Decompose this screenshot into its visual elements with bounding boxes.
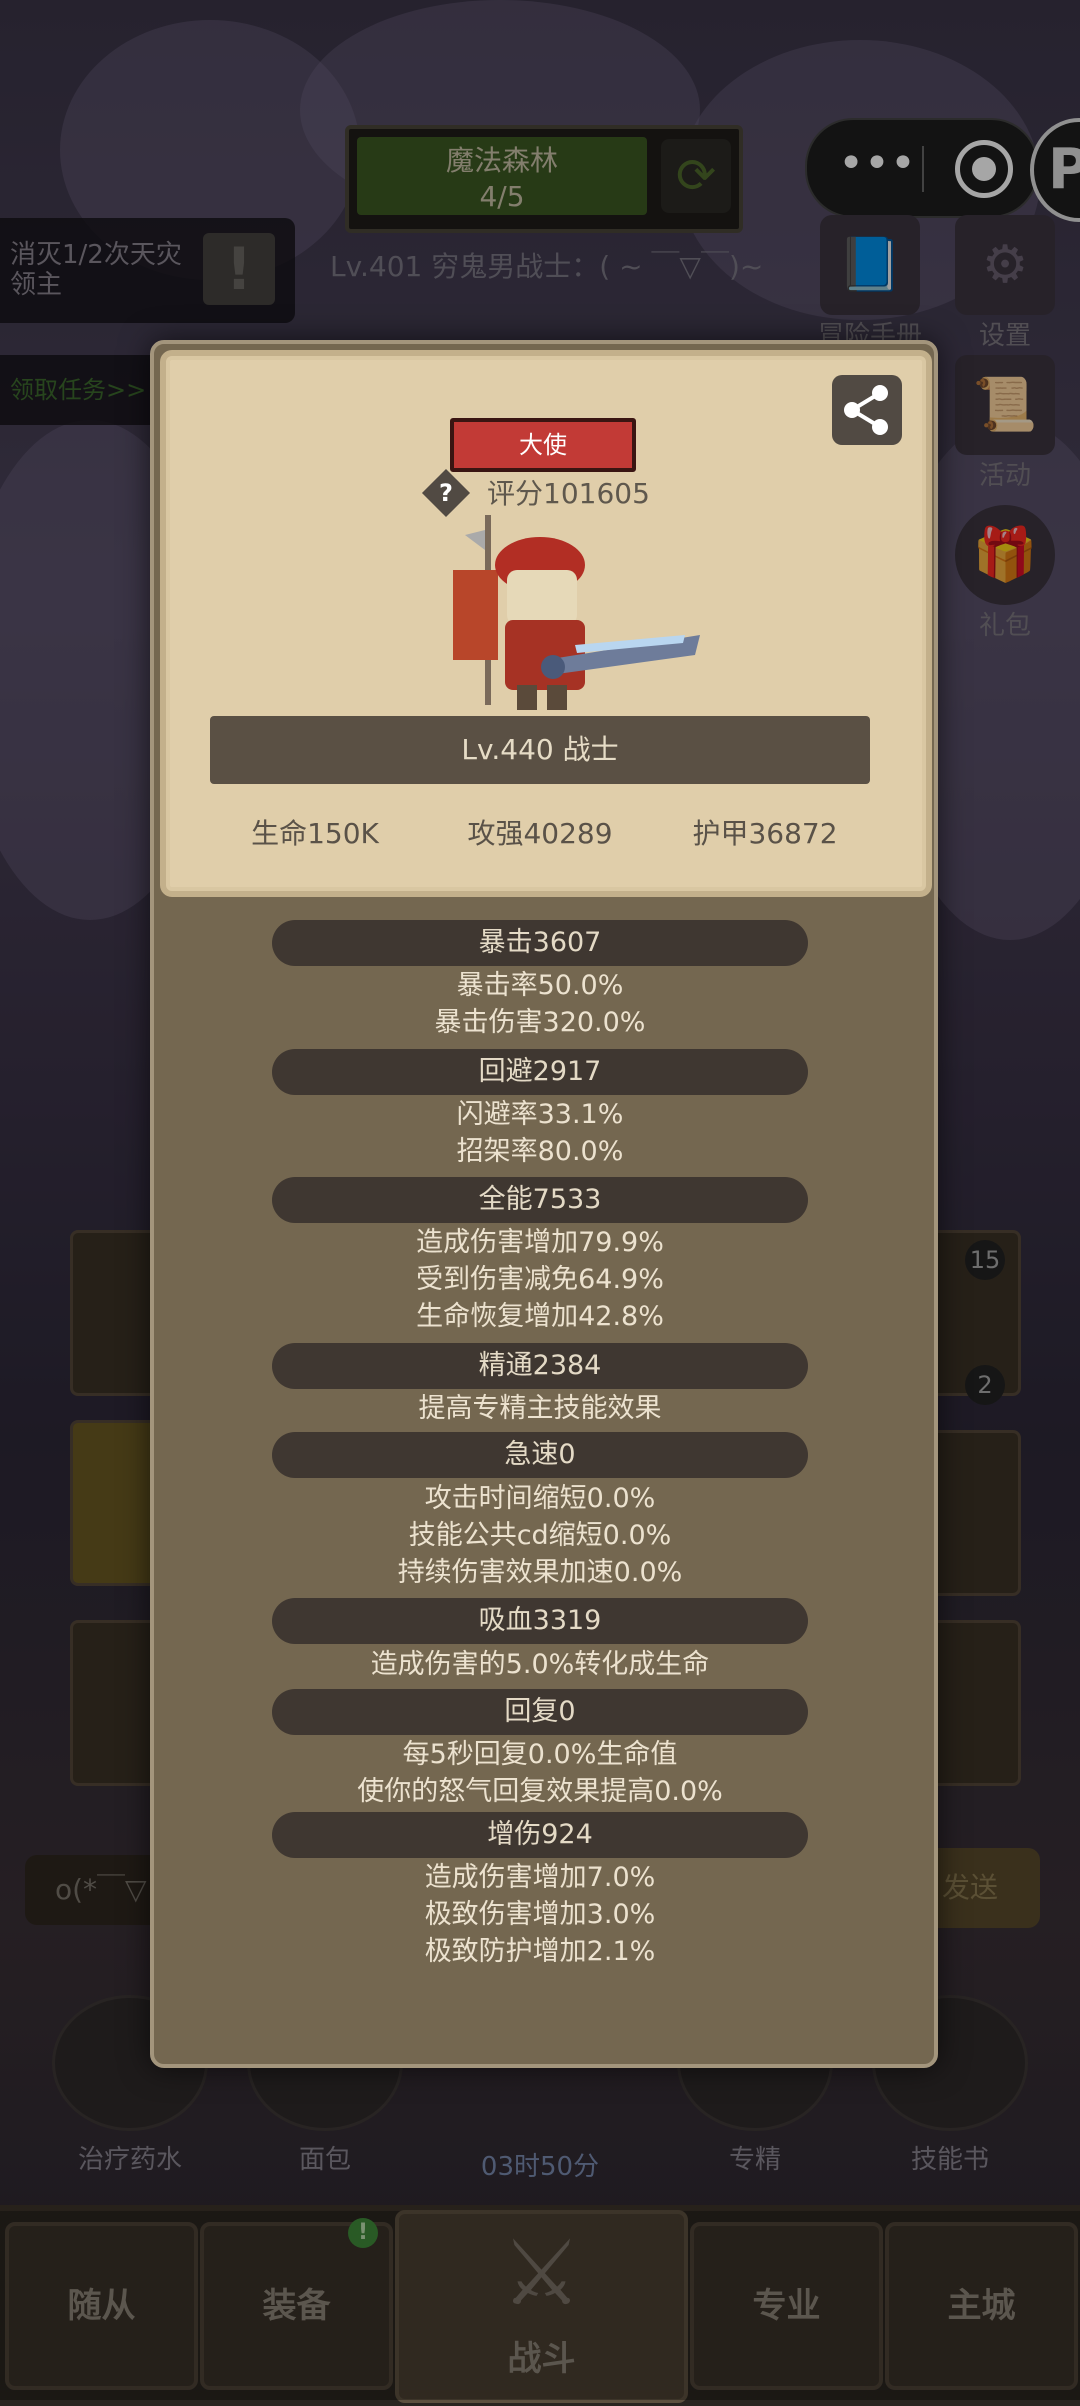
stat-header-crit: 暴击3607 <box>272 920 808 966</box>
stat-line: 造成伤害增加79.9% <box>416 1227 664 1258</box>
stat-line: 使你的怒气回复效果提高0.0% <box>357 1776 723 1807</box>
hero-level-class: Lv.440 战士 <box>210 716 870 784</box>
hero-attack: 攻强40289 <box>467 817 613 850</box>
stat-line: 暴击伤害320.0% <box>434 1007 646 1038</box>
stat-line: 受到伤害减免64.9% <box>416 1264 664 1295</box>
stat-line: 技能公共cd缩短0.0% <box>408 1520 672 1551</box>
stat-header-haste: 急速0 <box>272 1432 808 1478</box>
stat-header-mastery: 精通2384 <box>272 1343 808 1389</box>
stat-line: 每5秒回复0.0%生命值 <box>402 1739 678 1770</box>
stat-header-regen: 回复0 <box>272 1689 808 1735</box>
stat-line: 造成伤害增加7.0% <box>424 1862 656 1893</box>
stat-line: 极致防护增加2.1% <box>424 1936 656 1967</box>
stat-line: 攻击时间缩短0.0% <box>424 1483 656 1514</box>
stat-line: 闪避率33.1% <box>456 1099 624 1130</box>
stat-header-lifesteal: 吸血3319 <box>272 1598 808 1644</box>
stat-line: 招架率80.0% <box>456 1136 624 1167</box>
hero-life: 生命150K <box>251 817 379 850</box>
stat-header-dodge: 回避2917 <box>272 1049 808 1095</box>
stat-line: 造成伤害的5.0%转化成生命 <box>370 1649 710 1680</box>
stat-header-damage-boost: 增伤924 <box>272 1812 808 1858</box>
stat-line: 极致伤害增加3.0% <box>424 1899 656 1930</box>
hero-armor: 护甲36872 <box>692 817 838 850</box>
stat-line: 持续伤害效果加速0.0% <box>397 1557 683 1588</box>
stat-line: 提高专精主技能效果 <box>418 1393 662 1424</box>
share-icon[interactable] <box>832 375 902 445</box>
stat-line: 暴击率50.0% <box>456 970 624 1001</box>
title-badge: 大使 <box>450 418 636 472</box>
stat-line: 生命恢复增加42.8% <box>416 1301 664 1332</box>
hero-character-image <box>425 495 705 725</box>
stat-header-versatility: 全能7533 <box>272 1177 808 1223</box>
